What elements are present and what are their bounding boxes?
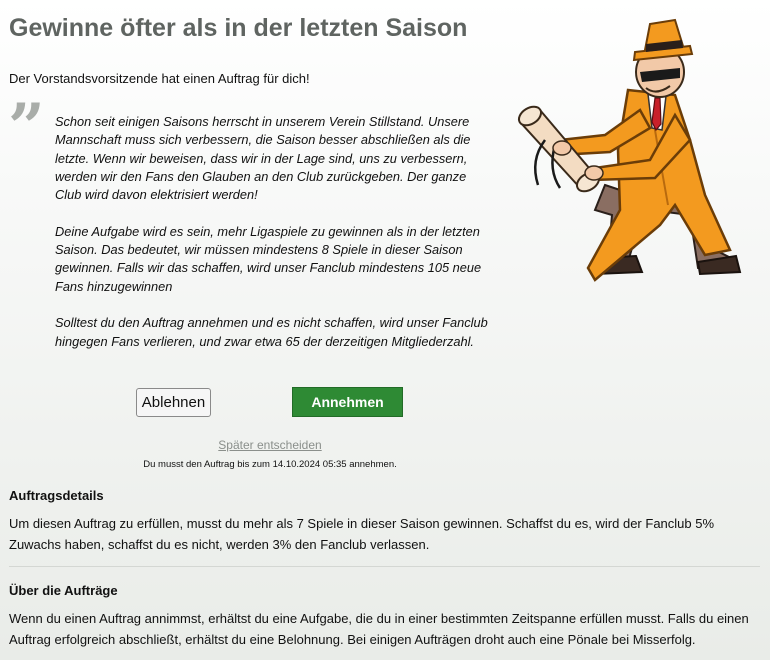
quote-mark-icon: ” [8,90,45,165]
chairman-with-scroll-illustration [517,18,742,282]
quote-paragraph-2: Deine Aufgabe wird es sein, mehr Ligaspi… [55,223,482,294]
accept-button[interactable]: Annehmen [292,387,403,417]
intro-text: Der Vorstandsvorsitzende hat einen Auftr… [9,71,310,86]
quote-paragraph-3: Solltest du den Auftrag annehmen und es … [55,315,488,349]
chairman-quote: Schon seit einigen Saisons herrscht in u… [55,113,495,369]
details-heading: Auftragsdetails [9,488,104,503]
about-heading: Über die Aufträge [9,583,118,598]
section-divider [9,566,760,567]
deadline-note: Du musst den Auftrag bis zum 14.10.2024 … [143,459,397,470]
about-text: Wenn du einen Auftrag annimmst, erhältst… [9,611,749,647]
page-title: Gewinne öfter als in der letzten Saison [9,14,468,42]
quote-paragraph-1: Schon seit einigen Saisons herrscht in u… [55,114,471,203]
details-text: Um diesen Auftrag zu erfüllen, musst du … [9,516,715,552]
decide-later-link[interactable]: Später entscheiden [0,438,540,452]
decline-button[interactable]: Ablehnen [136,388,211,417]
